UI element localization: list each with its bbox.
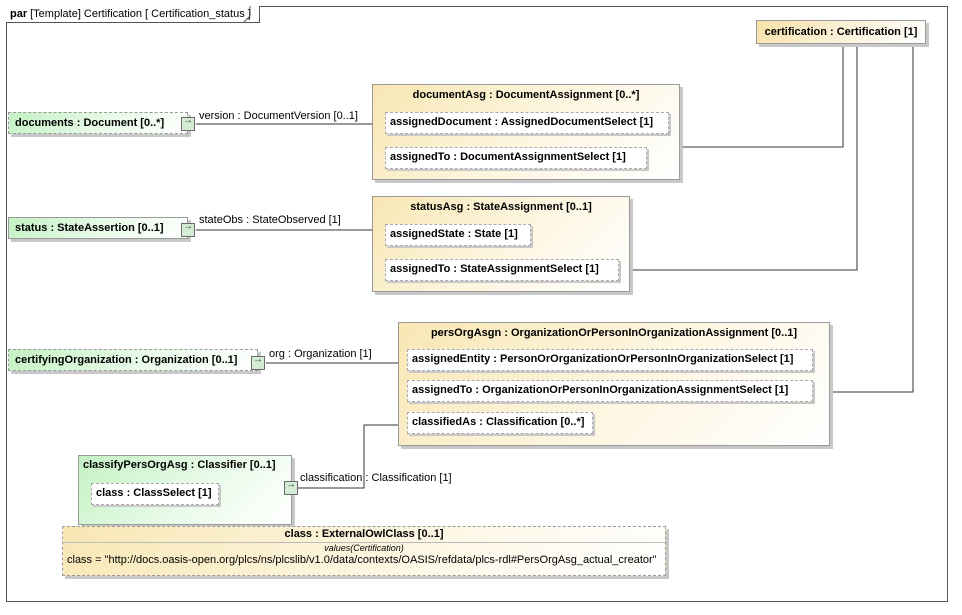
assignedstate-text: assignedState : State [1] — [390, 228, 518, 240]
version-connector-label: version : DocumentVersion [0..1] — [199, 110, 358, 122]
status-label: status : StateAssertion [0..1] — [15, 222, 164, 234]
documentasg-label: documentAsg : DocumentAssignment [0..*] — [412, 89, 640, 101]
documents-port[interactable] — [181, 115, 195, 131]
doc-assignedto-text: assignedTo : DocumentAssignmentSelect [1… — [390, 151, 626, 163]
externalowlclass-part[interactable]: class : ExternalOwlClass [0..1] values(C… — [62, 526, 666, 576]
state-assignedto-text: assignedTo : StateAssignmentSelect [1] — [390, 263, 599, 275]
persorgasgn-part[interactable]: persOrgAsgn : OrganizationOrPersonInOrga… — [398, 322, 830, 446]
externalowlclass-values-caption: values(Certification) — [324, 543, 404, 553]
classifypersorgasg-label: classifyPersOrgAsg : Classifier [0..1] — [83, 459, 276, 471]
certifyingorganization-port[interactable] — [251, 354, 265, 370]
org-connector-label: org : Organization [1] — [269, 348, 372, 360]
persorgasgn-assignedentity[interactable]: assignedEntity : PersonOrOrganizationOrP… — [407, 349, 813, 371]
documentasg-part[interactable]: documentAsg : DocumentAssignment [0..*] … — [372, 84, 680, 180]
status-part[interactable]: status : StateAssertion [0..1] — [8, 217, 188, 239]
documentasg-assignedto[interactable]: assignedTo : DocumentAssignmentSelect [1… — [385, 147, 647, 169]
externalowlclass-class-value: class = "http://docs.oasis-open.org/plcs… — [67, 554, 657, 566]
classification-connector-label: classification : Classification [1] — [300, 472, 452, 484]
classifypersorgasg-port[interactable] — [284, 479, 298, 495]
statusasg-assignedto[interactable]: assignedTo : StateAssignmentSelect [1] — [385, 259, 619, 281]
persorgasgn-classifiedas[interactable]: classifiedAs : Classification [0..*] — [407, 412, 593, 434]
classifiedas-text: classifiedAs : Classification [0..*] — [412, 416, 585, 428]
persorgasgn-assignedto[interactable]: assignedTo : OrganizationOrPersonInOrgan… — [407, 380, 813, 402]
assigneddocument-text: assignedDocument : AssignedDocumentSelec… — [390, 116, 654, 128]
classifypersorgasg-class[interactable]: class : ClassSelect [1] — [91, 483, 219, 505]
certification-label: certification : Certification [1] — [764, 26, 918, 38]
documents-label: documents : Document [0..*] — [15, 117, 165, 129]
assignedentity-text: assignedEntity : PersonOrOrganizationOrP… — [412, 353, 794, 365]
documentasg-assigneddocument[interactable]: assignedDocument : AssignedDocumentSelec… — [385, 112, 669, 134]
status-port[interactable] — [181, 221, 195, 237]
stateobs-connector-label: stateObs : StateObserved [1] — [199, 214, 341, 226]
statusasg-part[interactable]: statusAsg : StateAssignment [0..1] assig… — [372, 196, 630, 292]
externalowlclass-label: class : ExternalOwlClass [0..1] — [284, 528, 444, 540]
certifyingorganization-label: certifyingOrganization : Organization [0… — [15, 354, 238, 366]
certification-part[interactable]: certification : Certification [1] — [756, 20, 926, 44]
statusasg-label: statusAsg : StateAssignment [0..1] — [410, 201, 592, 213]
persorgasgn-label: persOrgAsgn : OrganizationOrPersonInOrga… — [430, 327, 798, 339]
statusasg-assignedstate[interactable]: assignedState : State [1] — [385, 224, 531, 246]
persorg-assignedto-text: assignedTo : OrganizationOrPersonInOrgan… — [412, 384, 789, 396]
documents-part[interactable]: documents : Document [0..*] — [8, 112, 188, 134]
classifypersorgasg-part[interactable]: classifyPersOrgAsg : Classifier [0..1] c… — [78, 455, 292, 525]
classselect-text: class : ClassSelect [1] — [96, 487, 212, 499]
certifyingorganization-part[interactable]: certifyingOrganization : Organization [0… — [8, 349, 258, 371]
